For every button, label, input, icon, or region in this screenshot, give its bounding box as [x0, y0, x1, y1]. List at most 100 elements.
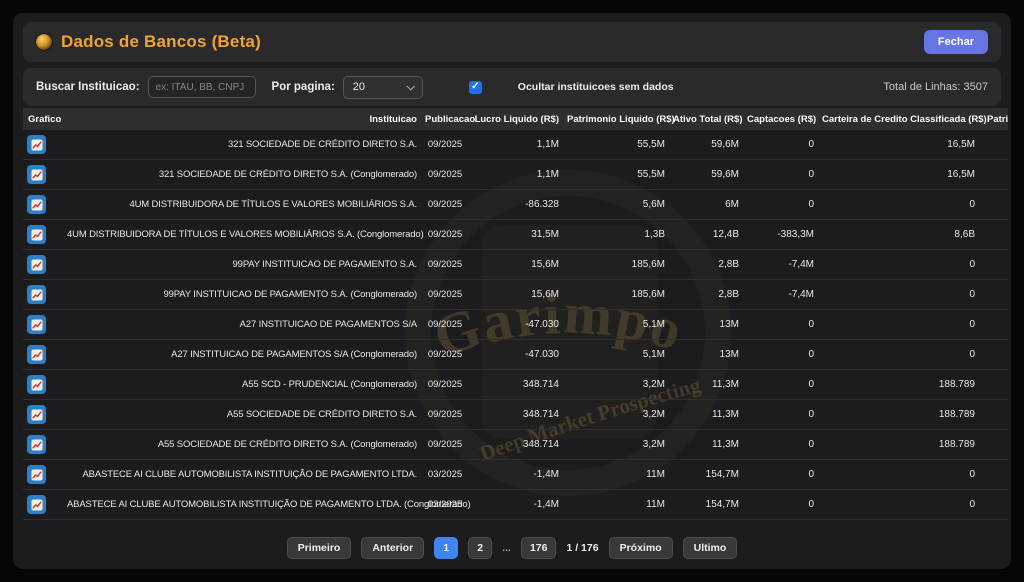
clipped-cell — [983, 430, 1008, 460]
table-row: 99PAY INSTITUICAO DE PAGAMENTO S.A. 09/2… — [23, 250, 1008, 280]
pagination-next-button[interactable]: Próximo — [609, 537, 673, 559]
carteira-value: 16,5M — [822, 160, 983, 190]
carteira-value: 188.789 — [822, 370, 983, 400]
total-rows-label: Total de Linhas: 3507 — [883, 81, 988, 93]
per-page-value: 20 — [353, 81, 365, 93]
publication-date: 09/2025 — [425, 520, 465, 525]
captacoes-value: 0 — [747, 430, 822, 460]
pagination-first-button[interactable]: Primeiro — [287, 537, 352, 559]
institution-name: A55 SCD - PRUDENCIAL (Conglomerado) — [67, 370, 425, 400]
carteira-value: 188.789 — [822, 430, 983, 460]
lucro-liquido-value: 348.714 — [465, 370, 567, 400]
institution-name: 99PAY INSTITUICAO DE PAGAMENTO S.A. (Con… — [67, 280, 425, 310]
pagination-page-1-button[interactable]: 1 — [434, 537, 458, 559]
lucro-liquido-value: 15,6M — [465, 250, 567, 280]
chart-button[interactable] — [27, 225, 46, 244]
pagination-bar: Primeiro Anterior 1 2 ... 176 1 / 176 Pr… — [13, 537, 1011, 559]
col-header-instituicao: Instituicao — [67, 108, 425, 130]
filter-toolbar: Buscar Instituicao: Por pagina: 20 ✓ Ocu… — [23, 68, 1001, 106]
pagination-page-2-button[interactable]: 2 — [468, 537, 492, 559]
pagination-last-button[interactable]: Ultimo — [683, 537, 738, 559]
publication-date: 09/2025 — [425, 160, 465, 190]
hide-empty-checkbox[interactable]: ✓ — [469, 81, 482, 94]
table-header-row: Grafico Instituicao Publicacao Lucro Liq… — [23, 108, 1008, 130]
chart-button[interactable] — [27, 375, 46, 394]
captacoes-value: 0 — [747, 490, 822, 520]
pagination-ellipsis: ... — [502, 542, 511, 554]
institution-name: ABC-BRASIL (Conglomerado) — [67, 520, 425, 525]
table-row: 4UM DISTRIBUIDORA DE TÍTULOS E VALORES M… — [23, 190, 1008, 220]
chart-button[interactable] — [27, 465, 46, 484]
captacoes-value: 0 — [747, 340, 822, 370]
clipped-cell — [983, 160, 1008, 190]
chart-button[interactable] — [27, 285, 46, 304]
captacoes-value: 0 — [747, 310, 822, 340]
publication-date: 09/2025 — [425, 340, 465, 370]
patrimonio-liquido-value: 3,2M — [567, 370, 673, 400]
captacoes-value: -7,4M — [747, 250, 822, 280]
publication-date: 09/2025 — [425, 250, 465, 280]
ativo-total-value: 59,6M — [673, 160, 747, 190]
carteira-value: 188.789 — [822, 400, 983, 430]
lucro-liquido-value: -47.030 — [465, 340, 567, 370]
line-chart-icon — [31, 199, 43, 211]
patrimonio-liquido-value: 6,7B — [567, 520, 673, 525]
captacoes-value: 0 — [747, 160, 822, 190]
captacoes-value: 0 — [747, 370, 822, 400]
ativo-total-value: 154,7M — [673, 490, 747, 520]
captacoes-value: 0 — [747, 460, 822, 490]
institution-name: A55 SOCIEDADE DE CRÉDITO DIRETO S.A. (Co… — [67, 430, 425, 460]
title-bar: Dados de Bancos (Beta) Fechar — [23, 22, 1001, 62]
line-chart-icon — [31, 259, 43, 271]
patrimonio-liquido-value: 1,3B — [567, 220, 673, 250]
page-title: Dados de Bancos (Beta) — [61, 32, 261, 52]
chart-button[interactable] — [27, 135, 46, 154]
patrimonio-liquido-value: 5,1M — [567, 340, 673, 370]
carteira-value: 0 — [822, 250, 983, 280]
patrimonio-liquido-value: 5,1M — [567, 310, 673, 340]
institution-name: ABASTECE AI CLUBE AUTOMOBILISTA INSTITUI… — [67, 460, 425, 490]
captacoes-value: -1,4B — [747, 520, 822, 525]
table-row: A27 INSTITUICAO DE PAGAMENTOS S/A 09/202… — [23, 310, 1008, 340]
line-chart-icon — [31, 169, 43, 181]
ativo-total-value: 12,4B — [673, 220, 747, 250]
table-row: 321 SOCIEDADE DE CRÉDITO DIRETO S.A. 09/… — [23, 130, 1008, 160]
search-input[interactable] — [148, 76, 256, 98]
chart-button[interactable] — [27, 345, 46, 364]
chart-button[interactable] — [27, 405, 46, 424]
captacoes-value: -7,4M — [747, 280, 822, 310]
table-row: A55 SOCIEDADE DE CRÉDITO DIRETO S.A. 09/… — [23, 400, 1008, 430]
line-chart-icon — [31, 379, 43, 391]
clipped-cell — [983, 490, 1008, 520]
chart-button[interactable] — [27, 315, 46, 334]
col-header-carteira-credito: Carteira de Credito Classificada (R$) — [822, 108, 983, 130]
per-page-label: Por pagina: — [272, 81, 335, 93]
chart-button[interactable] — [27, 165, 46, 184]
lucro-liquido-value: 1,1M — [465, 130, 567, 160]
col-header-publicacao: Publicacao — [425, 108, 465, 130]
clipped-cell — [983, 130, 1008, 160]
patrimonio-liquido-value: 55,5M — [567, 160, 673, 190]
table-row: 4UM DISTRIBUIDORA DE TÍTULOS E VALORES M… — [23, 220, 1008, 250]
chart-button[interactable] — [27, 195, 46, 214]
patrimonio-liquido-value: 11M — [567, 490, 673, 520]
pagination-prev-button[interactable]: Anterior — [361, 537, 424, 559]
chart-button[interactable] — [27, 435, 46, 454]
carteira-value: 0 — [822, 310, 983, 340]
publication-date: 09/2025 — [425, 280, 465, 310]
per-page-select[interactable]: 20 — [343, 76, 423, 99]
patrimonio-liquido-value: 185,6M — [567, 280, 673, 310]
chart-button[interactable] — [27, 495, 46, 514]
table-row: ABC-BRASIL (Conglomerado) 09/2025 263M 6… — [23, 520, 1008, 525]
institution-name: 4UM DISTRIBUIDORA DE TÍTULOS E VALORES M… — [67, 190, 425, 220]
table-row: A55 SCD - PRUDENCIAL (Conglomerado) 09/2… — [23, 370, 1008, 400]
clipped-cell — [983, 340, 1008, 370]
institution-name: ABASTECE AI CLUBE AUTOMOBILISTA INSTITUI… — [67, 490, 425, 520]
lucro-liquido-value: 15,6M — [465, 280, 567, 310]
pagination-last-page-button[interactable]: 176 — [521, 537, 557, 559]
patrimonio-liquido-value: 5,6M — [567, 190, 673, 220]
close-button[interactable]: Fechar — [924, 30, 988, 54]
chart-button[interactable] — [27, 255, 46, 274]
line-chart-icon — [31, 139, 43, 151]
ativo-total-value: 6M — [673, 190, 747, 220]
